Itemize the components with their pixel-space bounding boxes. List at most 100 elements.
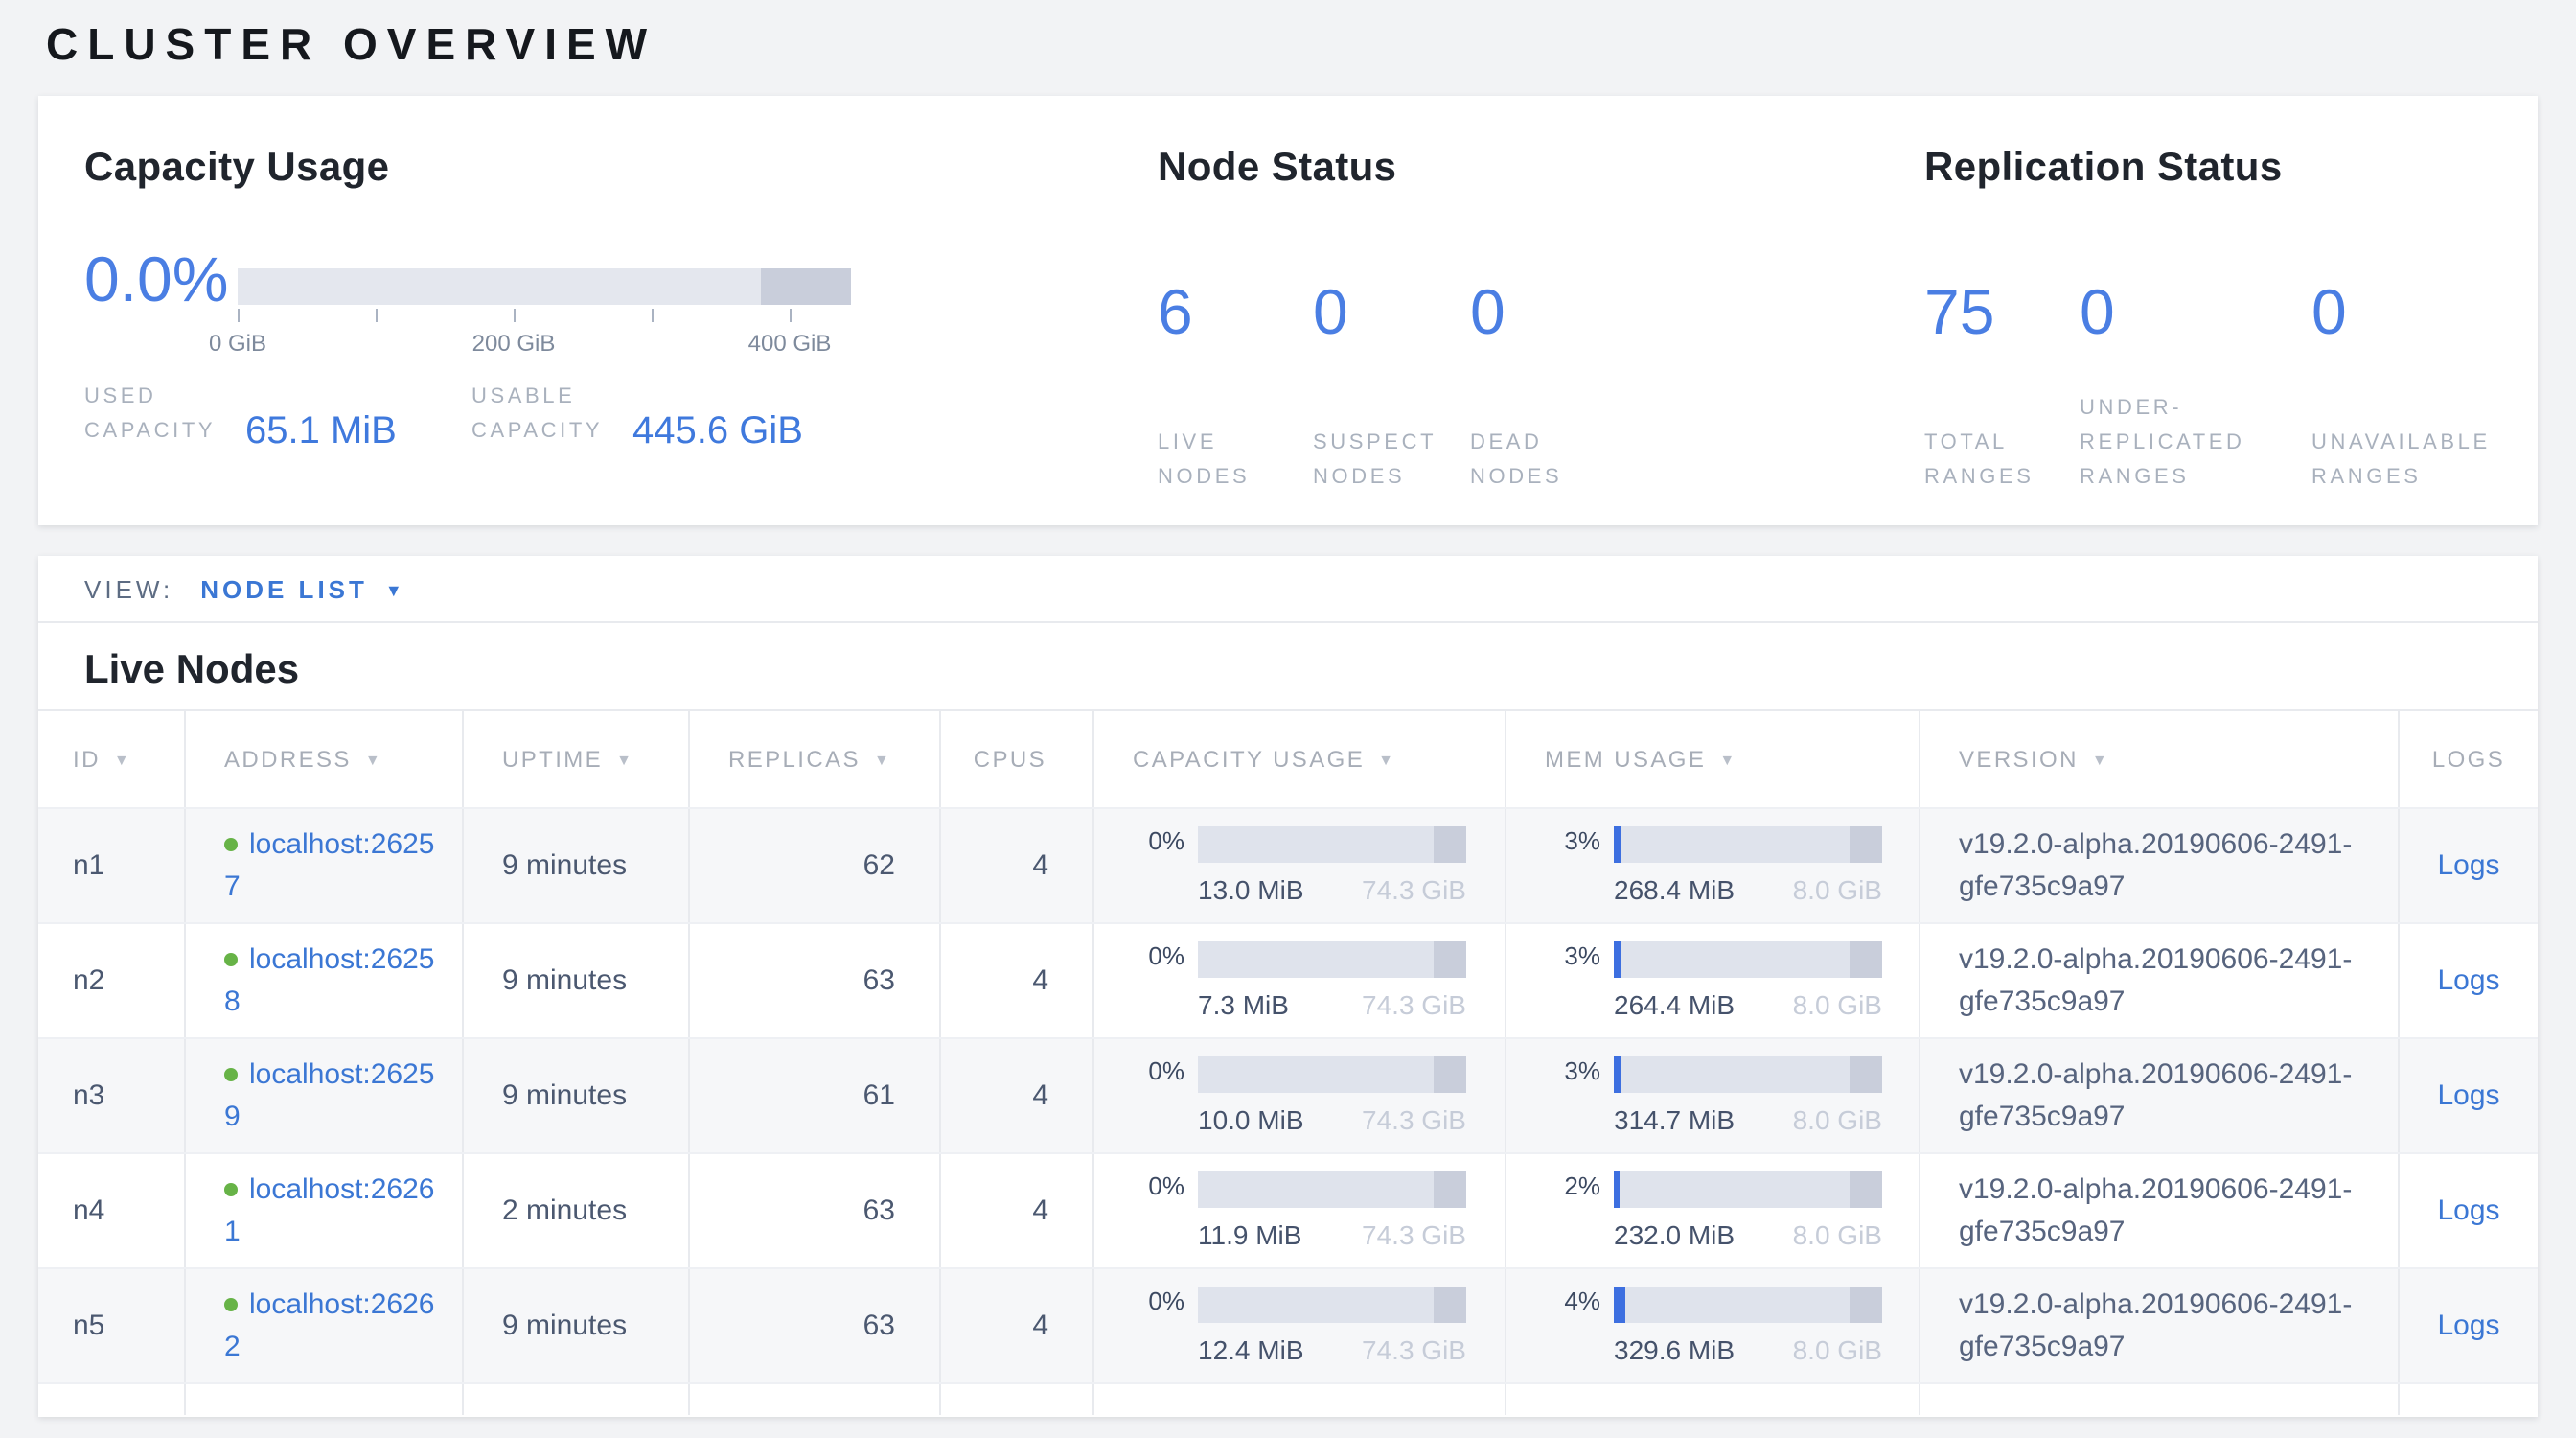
view-bar: VIEW: NODE LIST ▼ <box>38 556 2538 623</box>
logs-link[interactable]: Logs <box>2437 1310 2499 1342</box>
node-uptime: 9 minutes <box>464 809 690 922</box>
page-title: CLUSTER OVERVIEW <box>46 19 656 71</box>
sort-icon: ▼ <box>1719 751 1736 768</box>
mem-usage-cell: 3% 264.4 MiB8.0 GiB <box>1614 941 1882 1020</box>
used-capacity-value: 65.1 MiB <box>245 412 397 451</box>
node-version: v19.2.0-alpha.20190606-2491-gfe735c9a97 <box>1959 939 2367 1023</box>
column-header-logs: LOGS <box>2400 711 2538 807</box>
node-id: n4 <box>38 1154 186 1267</box>
live-status-dot <box>224 1067 238 1080</box>
capacity-bar <box>1198 1287 1466 1323</box>
sort-icon: ▼ <box>1378 751 1395 768</box>
node-version: v19.2.0-alpha.20190606-2491-gfe735c9a97 <box>1959 823 2367 908</box>
column-header-mem-usage[interactable]: MEM USAGE▼ <box>1506 711 1920 807</box>
dead-nodes-count: 0 <box>1470 276 1506 349</box>
node-uptime: 9 minutes <box>464 1269 690 1382</box>
node-id: n3 <box>38 1039 186 1152</box>
node-address-link[interactable]: localhost:26261 <box>224 1172 435 1247</box>
live-status-dot <box>224 1182 238 1195</box>
under-replicated-stat: 0 UNDER- REPLICATED RANGES <box>2080 192 2312 499</box>
logs-link[interactable]: Logs <box>2437 1194 2499 1227</box>
node-replicas: 62 <box>690 809 941 922</box>
node-version: v19.2.0-alpha.20190606-2491-gfe735c9a97 <box>1959 1169 2367 1253</box>
logs-link[interactable]: Logs <box>2437 964 2499 997</box>
column-header-id[interactable]: ID▼ <box>38 711 186 807</box>
node-version: v19.2.0-alpha.20190606-2491-gfe735c9a97 <box>1959 1284 2367 1368</box>
total-ranges-stat: 75 TOTAL RANGES <box>1924 192 2080 499</box>
mem-bar <box>1614 1171 1882 1208</box>
live-nodes-table: ID▼ ADDRESS▼ UPTIME▼ REPLICAS▼ CPUS CAPA… <box>38 709 2538 1415</box>
live-status-dot <box>224 837 238 850</box>
capacity-bar-other-segment <box>761 268 851 305</box>
unavailable-ranges-label: UNAVAILABLE RANGES <box>2312 426 2491 495</box>
logs-link[interactable]: Logs <box>2437 849 2499 882</box>
node-id: n1 <box>38 809 186 922</box>
capacity-bar <box>1198 826 1466 863</box>
table-row: n5 localhost:26262 9 minutes 63 4 0% 12.… <box>38 1267 2538 1382</box>
capacity-usage-section: Capacity Usage 0.0% 0 GiB 200 GiB 400 Gi… <box>84 146 1119 452</box>
node-address-link[interactable]: localhost:26258 <box>224 942 435 1017</box>
mem-bar <box>1614 826 1882 863</box>
node-version: v19.2.0-alpha.20190606-2491-gfe735c9a97 <box>1959 1054 2367 1138</box>
used-capacity-label: USED CAPACITY <box>84 380 230 449</box>
column-header-cpus: CPUS <box>941 711 1094 807</box>
capacity-bar <box>1198 941 1466 978</box>
replication-status-title: Replication Status <box>1924 146 2557 192</box>
node-cpus: 4 <box>941 1269 1094 1382</box>
capacity-usage-cell: 0% 13.0 MiB74.3 GiB <box>1198 826 1466 905</box>
column-header-capacity-usage[interactable]: CAPACITY USAGE▼ <box>1094 711 1506 807</box>
capacity-used-percent: 0.0% <box>84 244 228 316</box>
logs-link[interactable]: Logs <box>2437 1079 2499 1112</box>
total-ranges-count: 75 <box>1924 276 1994 349</box>
mem-bar <box>1614 1287 1882 1323</box>
total-ranges-label: TOTAL RANGES <box>1924 426 2035 495</box>
capacity-usage-cell: 0% 10.0 MiB74.3 GiB <box>1198 1056 1466 1135</box>
unavailable-ranges-count: 0 <box>2312 276 2347 349</box>
mem-bar <box>1614 1056 1882 1093</box>
cluster-overview-page: CLUSTER OVERVIEW Capacity Usage 0.0% 0 G… <box>0 0 2576 1438</box>
under-replicated-count: 0 <box>2080 276 2115 349</box>
node-replicas: 63 <box>690 1154 941 1267</box>
mem-usage-cell: 4% 329.6 MiB8.0 GiB <box>1614 1287 1882 1365</box>
view-selector-dropdown[interactable]: NODE LIST ▼ <box>200 574 402 603</box>
view-selected-value: NODE LIST <box>200 574 368 603</box>
node-replicas: 63 <box>690 1269 941 1382</box>
axis-tick-200: 200 GiB <box>472 330 556 357</box>
column-header-version[interactable]: VERSION▼ <box>1920 711 2400 807</box>
nodes-card: VIEW: NODE LIST ▼ Live Nodes ID▼ ADDRESS… <box>38 556 2538 1417</box>
usable-capacity-value: 445.6 GiB <box>632 412 803 451</box>
node-address-link[interactable]: localhost:26259 <box>224 1057 435 1132</box>
usable-capacity-stat: USABLE CAPACITY 445.6 GiB <box>472 380 803 449</box>
unavailable-ranges-stat: 0 UNAVAILABLE RANGES <box>2312 192 2538 499</box>
sort-icon: ▼ <box>2092 751 2109 768</box>
capacity-usage-cell: 0% 7.3 MiB74.3 GiB <box>1198 941 1466 1020</box>
node-uptime: 2 minutes <box>464 1154 690 1267</box>
usable-capacity-label: USABLE CAPACITY <box>472 380 617 449</box>
sort-icon: ▼ <box>874 751 891 768</box>
capacity-usage-cell: 0% 11.9 MiB74.3 GiB <box>1198 1171 1466 1250</box>
column-header-address[interactable]: ADDRESS▼ <box>186 711 464 807</box>
table-row: n2 localhost:26258 9 minutes 63 4 0% 7.3… <box>38 922 2538 1037</box>
sort-icon: ▼ <box>616 751 633 768</box>
node-address-link[interactable]: localhost:26257 <box>224 827 435 902</box>
chevron-down-icon: ▼ <box>385 581 402 600</box>
sort-icon: ▼ <box>365 751 382 768</box>
capacity-usage-bar <box>238 268 851 305</box>
node-replicas: 61 <box>690 1039 941 1152</box>
column-header-replicas[interactable]: REPLICAS▼ <box>690 711 941 807</box>
node-id: n2 <box>38 924 186 1037</box>
capacity-usage-cell: 0% 12.4 MiB74.3 GiB <box>1198 1287 1466 1365</box>
table-header-row: ID▼ ADDRESS▼ UPTIME▼ REPLICAS▼ CPUS CAPA… <box>38 709 2538 807</box>
live-nodes-stat: 6 LIVE NODES <box>1158 192 1313 499</box>
table-row: n1 localhost:26257 9 minutes 62 4 0% 13.… <box>38 807 2538 922</box>
node-address-link[interactable]: localhost:26262 <box>224 1287 435 1362</box>
node-status-section: Node Status 6 LIVE NODES 0 SUSPECT NODES… <box>1158 146 1867 452</box>
mem-bar <box>1614 941 1882 978</box>
live-nodes-label: LIVE NODES <box>1158 426 1250 495</box>
live-nodes-count: 6 <box>1158 276 1193 349</box>
node-id: n5 <box>38 1269 186 1382</box>
node-cpus: 4 <box>941 1154 1094 1267</box>
suspect-nodes-count: 0 <box>1313 276 1348 349</box>
node-cpus: 4 <box>941 924 1094 1037</box>
column-header-uptime[interactable]: UPTIME▼ <box>464 711 690 807</box>
